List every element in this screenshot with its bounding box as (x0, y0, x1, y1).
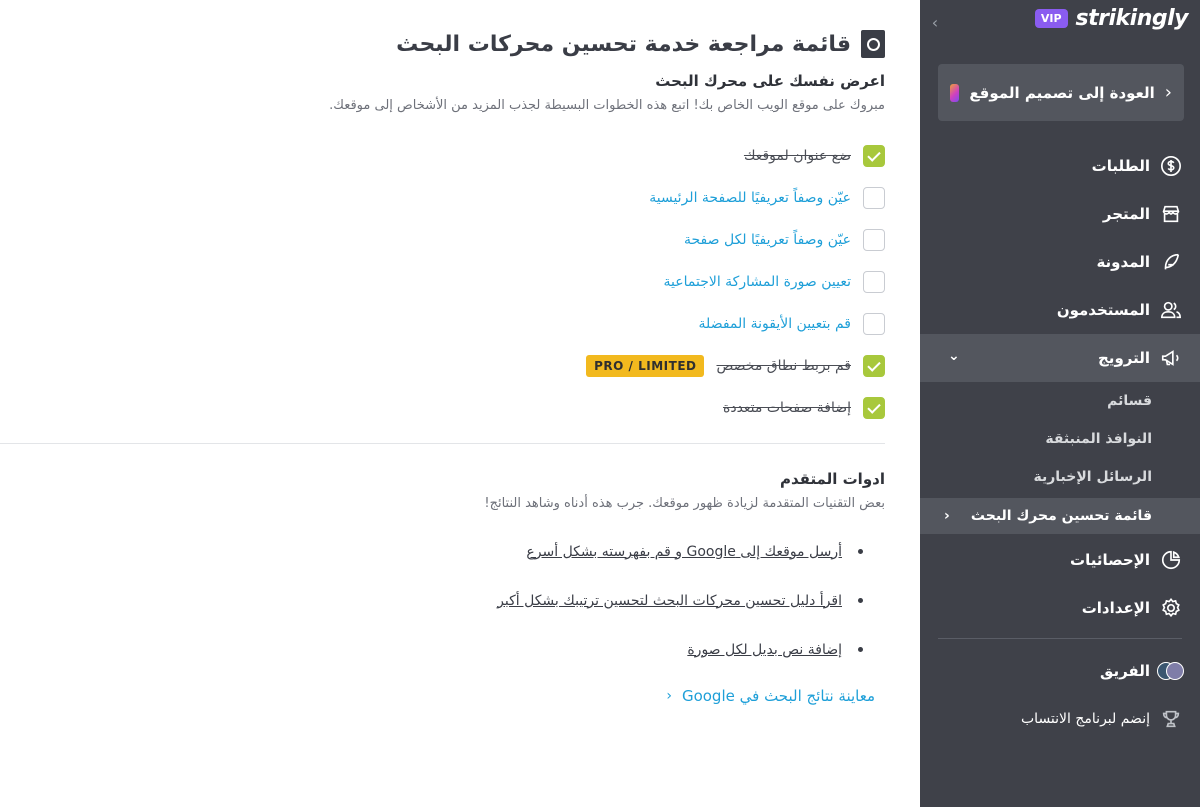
sidebar-subitem-seo-checklist[interactable]: قائمة تحسين محرك البحث ‹ (920, 498, 1200, 534)
sidebar-subitem-newsletters[interactable]: الرسائل الإخبارية (920, 458, 1200, 496)
checkbox-checked[interactable] (863, 397, 885, 419)
trophy-icon (1158, 706, 1184, 732)
chevron-left-icon: ‹ (944, 508, 950, 524)
advanced-tools-description: بعض التقنيات المتقدمة لزيادة ظهور موقعك.… (484, 496, 885, 511)
vip-badge: VIP (1034, 9, 1068, 28)
pro-limited-badge: PRO / LIMITED (586, 355, 705, 377)
checklist-item-custom-domain: قم بربط نطاق مخصص PRO / LIMITED (0, 345, 885, 387)
team-avatars-icon (1157, 658, 1184, 684)
sidebar-item-store[interactable]: المتجر (920, 190, 1200, 238)
sidebar-divider (938, 638, 1182, 639)
sidebar-item-label: الطلبات (1091, 157, 1150, 175)
avatar (1157, 660, 1184, 682)
sidebar-item-settings[interactable]: الإعدادات (920, 584, 1200, 632)
gear-icon (1158, 595, 1184, 621)
store-icon (1158, 201, 1184, 227)
sidebar-item-affiliate[interactable]: إنضم لبرنامج الانتساب (920, 695, 1200, 743)
sidebar-item-label: إنضم لبرنامج الانتساب (1021, 711, 1150, 727)
brand: strikingly VIP (1034, 6, 1189, 31)
sidebar-subitem-label: قائمة تحسين محرك البحث (970, 508, 1152, 524)
section-description: مبروك على موقع الويب الخاص بك! اتبع هذه … (329, 98, 885, 113)
checkbox[interactable] (863, 313, 885, 335)
advanced-tools-heading: ادوات المتقدم (779, 470, 885, 488)
checklist-item-homepage-description: عيّن وصفاً تعريفيًا للصفحة الرئيسية (0, 177, 885, 219)
title-row: قائمة مراجعة خدمة تحسين محركات البحث (0, 30, 885, 58)
checklist-item-favicon: قم بتعيين الأيقونة المفضلة (0, 303, 885, 345)
submit-to-google-link[interactable]: أرسل موقعك إلى Google و قم بفهرسته بشكل … (526, 544, 842, 560)
list-item: اقرأ دليل تحسين محركات البحث لتحسين ترتي… (0, 576, 863, 625)
sidebar-item-team[interactable]: الفريق (920, 647, 1200, 695)
section-heading: اعرض نفسك على محرك البحث (655, 72, 885, 90)
sidebar-item-label: الإحصائيات (1070, 551, 1150, 569)
pie-chart-icon (1158, 547, 1184, 573)
checkbox[interactable] (863, 187, 885, 209)
seo-checklist-panel: قائمة مراجعة خدمة تحسين محركات البحث اعر… (0, 30, 885, 714)
checkbox-checked[interactable] (863, 145, 885, 167)
advanced-tools-list: أرسل موقعك إلى Google و قم بفهرسته بشكل … (0, 527, 885, 674)
seo-search-icon (861, 30, 885, 58)
bullet-icon (858, 549, 863, 554)
checklist-item-label: ضع عنوان لموقعك (743, 148, 851, 164)
site-editor-icon (950, 83, 960, 102)
checkbox[interactable] (863, 229, 885, 251)
users-icon (1158, 297, 1184, 323)
checklist-item-page-descriptions: عيّن وصفاً تعريفيًا لكل صفحة (0, 219, 885, 261)
checkbox[interactable] (863, 271, 885, 293)
feather-icon (1158, 249, 1184, 275)
main-content: قائمة مراجعة خدمة تحسين محركات البحث اعر… (0, 0, 920, 807)
back-to-site-design-button[interactable]: ‹ العودة إلى تصميم الموقع (938, 64, 1184, 121)
sidebar-nav: الطلبات المتجر المدونة المستخدمون التروي… (920, 142, 1200, 743)
sidebar-item-users[interactable]: المستخدمون (920, 286, 1200, 334)
sidebar-item-blog[interactable]: المدونة (920, 238, 1200, 286)
megaphone-icon (1158, 345, 1184, 371)
sidebar-item-label: المدونة (1096, 253, 1150, 271)
list-item: إضافة نص بديل لكل صورة (0, 625, 863, 674)
checklist-item-label: إضافة صفحات متعددة (723, 400, 851, 416)
list-item: أرسل موقعك إلى Google و قم بفهرسته بشكل … (0, 527, 863, 576)
sidebar-item-label: المستخدمون (1056, 301, 1150, 319)
sidebar-item-label: الإعدادات (1081, 599, 1150, 617)
checklist-item-social-image: تعيين صورة المشاركة الاجتماعية (0, 261, 885, 303)
checklist-item-site-title: ضع عنوان لموقعك (0, 135, 885, 177)
sidebar-item-label: الفريق (1099, 662, 1150, 680)
back-button-label: العودة إلى تصميم الموقع (969, 83, 1155, 102)
alt-text-link[interactable]: إضافة نص بديل لكل صورة (687, 642, 842, 658)
sidebar: › strikingly VIP ‹ العودة إلى تصميم المو… (920, 0, 1200, 807)
sidebar-subitem-label: النوافذ المنبثقة (1045, 431, 1152, 447)
page-title: قائمة مراجعة خدمة تحسين محركات البحث (396, 31, 851, 57)
sidebar-item-promotion[interactable]: الترويج ⌄ (920, 334, 1200, 382)
chevron-left-icon: ‹ (666, 688, 672, 704)
sidebar-subitem-label: قسائم (1107, 393, 1152, 409)
seo-checklist: ضع عنوان لموقعك عيّن وصفاً تعريفيًا للصف… (0, 135, 885, 429)
sidebar-subitem-label: الرسائل الإخبارية (1033, 469, 1152, 485)
checklist-item-multiple-pages: إضافة صفحات متعددة (0, 387, 885, 429)
sidebar-subitem-popups[interactable]: النوافذ المنبثقة (920, 420, 1200, 458)
strikingly-logo: strikingly (1075, 6, 1189, 31)
chevron-right-icon: › (931, 12, 939, 32)
seo-guide-link[interactable]: اقرأ دليل تحسين محركات البحث لتحسين ترتي… (497, 593, 842, 609)
app-root: › strikingly VIP ‹ العودة إلى تصميم المو… (0, 0, 1200, 807)
sidebar-item-analytics[interactable]: الإحصائيات (920, 536, 1200, 584)
section-divider (0, 443, 885, 444)
bullet-icon (858, 647, 863, 652)
chevron-left-icon: ‹ (1164, 82, 1172, 103)
checklist-item-link[interactable]: عيّن وصفاً تعريفيًا لكل صفحة (684, 232, 851, 248)
checklist-item-link[interactable]: تعيين صورة المشاركة الاجتماعية (664, 274, 851, 290)
dollar-circle-icon (1158, 153, 1184, 179)
bullet-icon (858, 598, 863, 603)
collapse-sidebar-button[interactable]: › (924, 8, 946, 36)
chevron-down-icon[interactable]: ⌄ (948, 348, 960, 364)
checklist-item-link[interactable]: عيّن وصفاً تعريفيًا للصفحة الرئيسية (649, 190, 851, 206)
preview-link-label: معاينة نتائج البحث في Google (681, 687, 875, 705)
sidebar-item-label: الترويج (1098, 349, 1150, 367)
sidebar-subitem-coupons[interactable]: قسائم (920, 382, 1200, 420)
sidebar-item-orders[interactable]: الطلبات (920, 142, 1200, 190)
google-preview-link[interactable]: معاينة نتائج البحث في Google ‹ (0, 678, 885, 714)
checkbox-checked[interactable] (863, 355, 885, 377)
checklist-item-label: قم بربط نطاق مخصص (716, 358, 851, 374)
sidebar-item-label: المتجر (1102, 205, 1150, 223)
checklist-item-link[interactable]: قم بتعيين الأيقونة المفضلة (699, 316, 851, 332)
